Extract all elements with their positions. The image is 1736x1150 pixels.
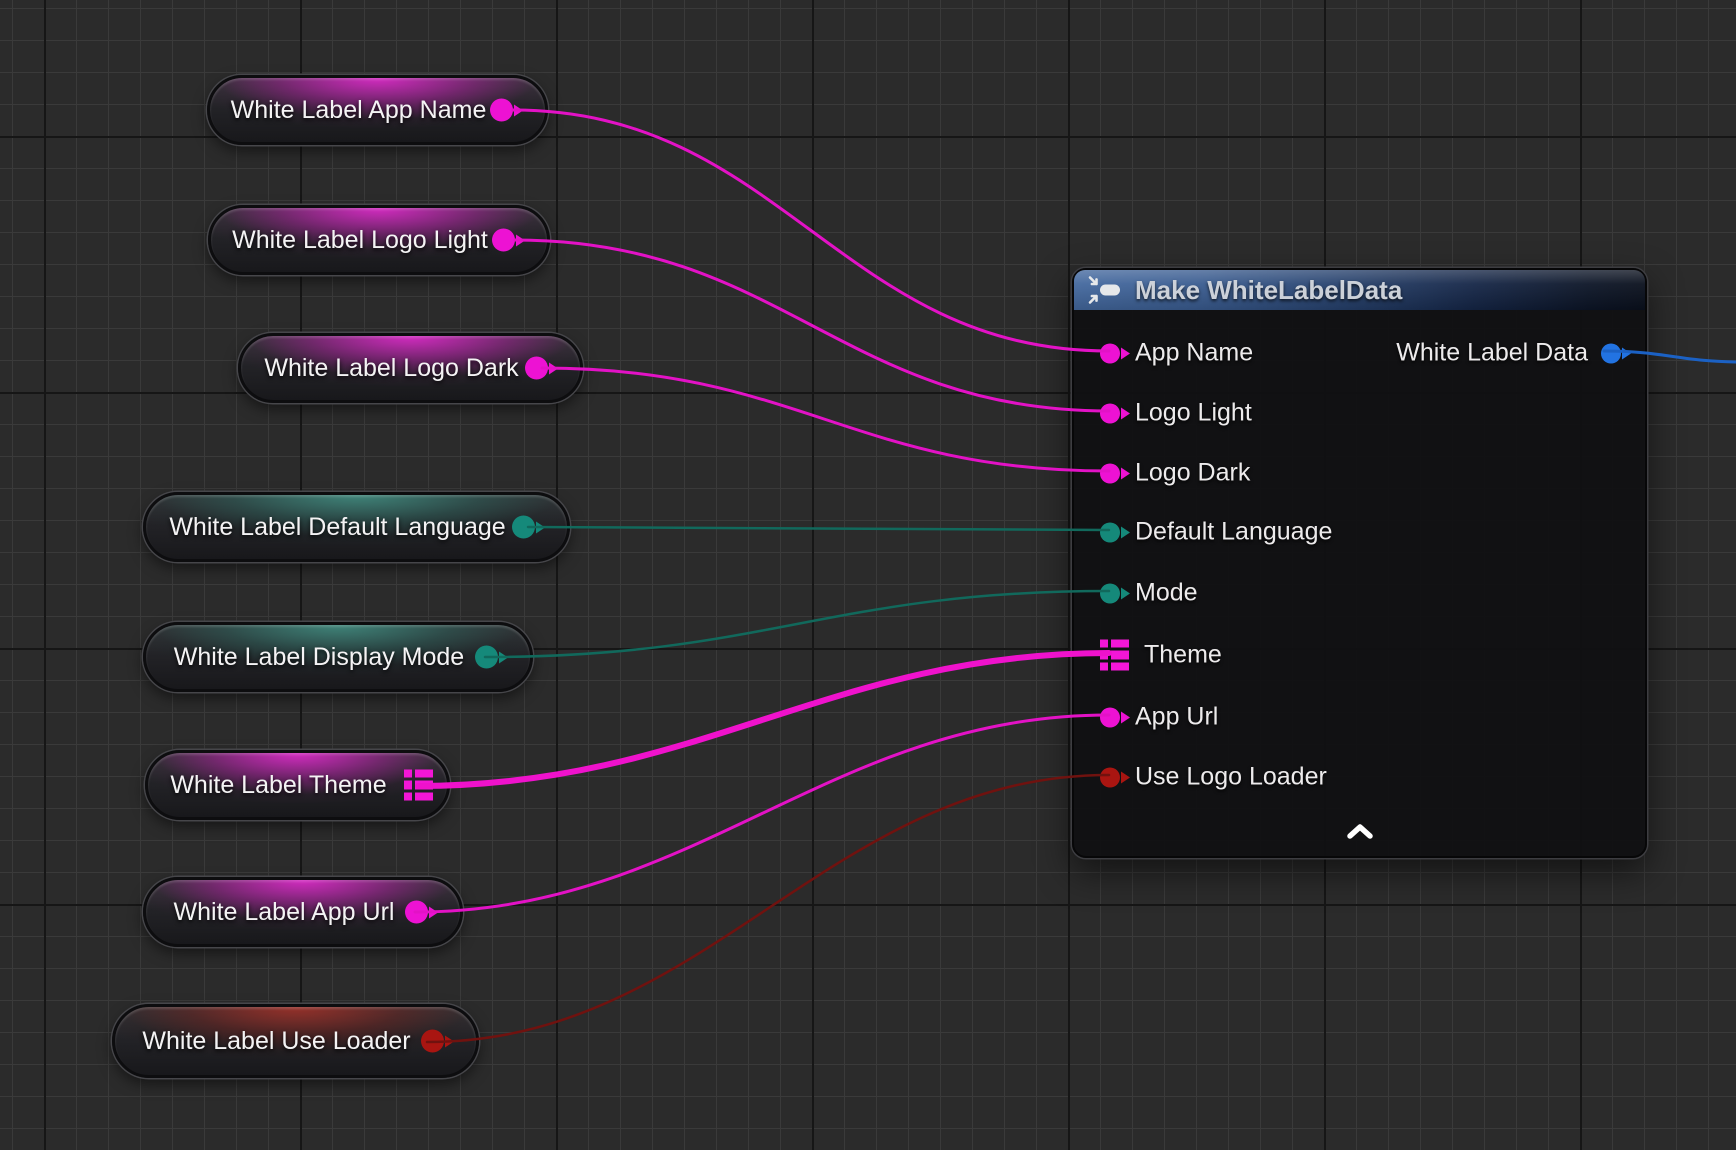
input-pin-label: Mode bbox=[1135, 579, 1198, 608]
var-node-white-label-use-loader[interactable]: White Label Use Loader bbox=[112, 1004, 479, 1078]
wire-logo-light[interactable] bbox=[515, 240, 1109, 411]
node-make-whitelabeldata[interactable]: Make WhiteLabelData App Name Logo Light Lo… bbox=[1072, 268, 1647, 858]
collapse-node-button[interactable] bbox=[1335, 819, 1385, 846]
input-pin-app-url[interactable] bbox=[1100, 707, 1120, 727]
var-node-label: White Label Use Loader bbox=[122, 1027, 468, 1056]
output-pin-label: White Label Data bbox=[1396, 339, 1588, 368]
var-node-white-label-theme[interactable]: White Label Theme bbox=[145, 750, 450, 820]
make-struct-icon bbox=[1087, 275, 1123, 305]
wire-mode[interactable] bbox=[485, 591, 1109, 657]
var-node-label: White Label Display Mode bbox=[154, 643, 522, 672]
input-pin-default-language[interactable] bbox=[1100, 522, 1120, 542]
input-row-logo-light: Logo Light bbox=[1100, 399, 1252, 428]
input-pin-label: Logo Light bbox=[1135, 399, 1252, 428]
var-node-white-label-default-language[interactable]: White Label Default Language bbox=[143, 492, 570, 562]
var-node-white-label-display-mode[interactable]: White Label Display Mode bbox=[143, 622, 533, 692]
input-row-theme: Theme bbox=[1100, 640, 1222, 671]
wire-app-url[interactable] bbox=[415, 715, 1109, 912]
input-pin-label: App Name bbox=[1135, 339, 1253, 368]
input-row-mode: Mode bbox=[1100, 579, 1198, 608]
output-pin-white-label-app-name[interactable] bbox=[490, 99, 513, 122]
input-pin-label: Logo Dark bbox=[1135, 459, 1250, 488]
input-row-logo-dark: Logo Dark bbox=[1100, 459, 1250, 488]
input-pin-label: Use Logo Loader bbox=[1135, 763, 1327, 792]
input-row-default-language: Default Language bbox=[1100, 518, 1332, 547]
wire-default-language[interactable] bbox=[528, 527, 1109, 530]
input-pin-logo-light[interactable] bbox=[1100, 403, 1120, 423]
input-row-app-name: App Name bbox=[1100, 339, 1253, 368]
var-node-label: White Label Default Language bbox=[149, 513, 563, 542]
output-row: White Label Data bbox=[1396, 339, 1621, 368]
wire-app-name[interactable] bbox=[513, 110, 1109, 351]
input-pin-label: Theme bbox=[1144, 641, 1222, 670]
input-pin-app-name[interactable] bbox=[1100, 343, 1120, 363]
output-pin-white-label-logo-light[interactable] bbox=[492, 229, 515, 252]
input-row-use-logo-loader: Use Logo Loader bbox=[1100, 763, 1327, 792]
var-node-white-label-app-name[interactable]: White Label App Name bbox=[207, 75, 548, 145]
input-pin-logo-dark[interactable] bbox=[1100, 463, 1120, 483]
input-row-app-url: App Url bbox=[1100, 703, 1218, 732]
var-node-white-label-logo-dark[interactable]: White Label Logo Dark bbox=[238, 333, 583, 403]
input-pin-mode[interactable] bbox=[1100, 583, 1120, 603]
chevron-up-icon bbox=[1345, 823, 1375, 839]
output-pin-white-label-data[interactable] bbox=[1601, 343, 1621, 363]
node-header[interactable]: Make WhiteLabelData bbox=[1074, 270, 1645, 310]
var-node-white-label-logo-light[interactable]: White Label Logo Light bbox=[208, 205, 550, 275]
input-pin-use-logo-loader[interactable] bbox=[1100, 767, 1120, 787]
input-pin-label: Default Language bbox=[1135, 518, 1332, 547]
input-pin-label: App Url bbox=[1135, 703, 1218, 732]
node-title: Make WhiteLabelData bbox=[1135, 275, 1402, 306]
wire-logo-dark[interactable] bbox=[542, 368, 1109, 471]
blueprint-graph-canvas[interactable]: White Label App Name White Label Logo Lig… bbox=[0, 0, 1736, 1150]
var-node-label: White Label Theme bbox=[150, 771, 444, 800]
wire-use-loader[interactable] bbox=[427, 775, 1109, 1042]
